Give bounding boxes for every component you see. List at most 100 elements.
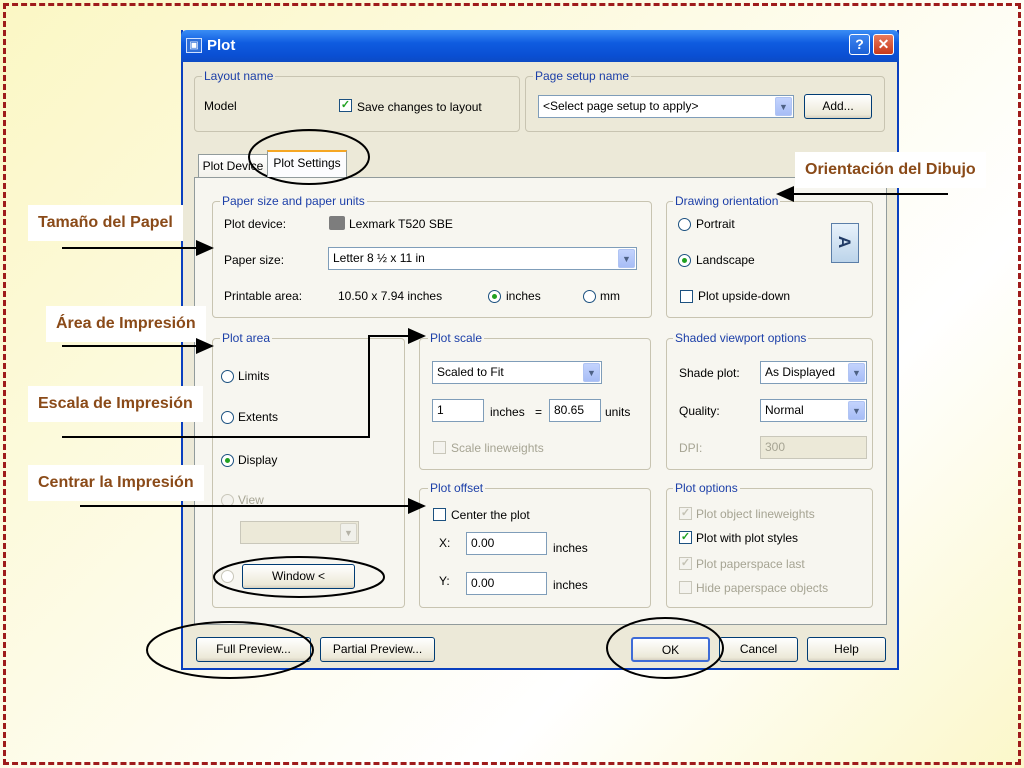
page-setup-title: Page setup name [533,69,632,83]
plot-object-lineweights-label: Plot object lineweights [696,507,815,521]
shade-plot-select[interactable]: As Displayed ▼ [760,361,867,384]
scale-units-input[interactable]: 80.65 [549,399,601,422]
view-label: View [238,493,264,507]
plot-upside-down-label: Plot upside-down [698,289,791,303]
plot-with-plot-styles-checkbox[interactable]: ✓ [679,531,692,544]
title-bar[interactable]: ▣ Plot ? ✕ [181,30,899,62]
layout-name-value: Model [204,99,237,113]
unit-mm-label: mm [600,289,620,303]
plot-with-plot-styles-label: Plot with plot styles [696,531,799,545]
add-page-setup-button[interactable]: Add... [804,94,872,119]
chevron-down-icon[interactable]: ▼ [775,97,792,116]
limits-label: Limits [238,369,270,383]
plot-options-title: Plot options [673,481,740,495]
portrait-radio[interactable] [678,218,691,231]
plot-scale-title: Plot scale [428,331,485,345]
plot-paperspace-last-checkbox[interactable]: ✓ [679,557,692,570]
orientation-letter: A [835,235,855,249]
shaded-viewport-title: Shaded viewport options [673,331,809,345]
extents-radio[interactable] [221,411,234,424]
save-changes-label: Save changes to layout [357,100,482,114]
annotation-orientation: Orientación del Dibujo [795,152,986,188]
paper-size-select[interactable]: Letter 8 ½ x 11 in ▼ [328,247,637,270]
hide-paperspace-objects-label: Hide paperspace objects [696,581,829,595]
partial-preview-button[interactable]: Partial Preview... [320,637,435,662]
landscape-radio[interactable] [678,254,691,267]
save-changes-checkbox[interactable]: ✓ [339,99,352,112]
plot-scale-value: Scaled to Fit [437,365,504,379]
display-label: Display [238,453,278,467]
help-button[interactable]: Help [807,637,886,662]
page-setup-select[interactable]: <Select page setup to apply> ▼ [538,95,794,118]
scale-inches-input[interactable]: 1 [432,399,484,422]
full-preview-button[interactable]: Full Preview... [196,637,311,662]
window-pick-button[interactable]: Window < [242,564,355,589]
unit-mm-radio[interactable] [583,290,596,303]
offset-y-input[interactable]: 0.00 [466,572,547,595]
landscape-preview-icon: A [831,223,859,263]
printable-area-label: Printable area: [224,289,303,303]
quality-label: Quality: [679,404,720,418]
display-radio[interactable] [221,454,234,467]
chevron-down-icon[interactable]: ▼ [848,401,865,420]
portrait-label: Portrait [696,217,735,231]
plot-device-value: Lexmark T520 SBE [349,217,453,231]
plot-object-lineweights-checkbox[interactable]: ✓ [679,507,692,520]
page-setup-value: <Select page setup to apply> [543,99,699,113]
ok-button[interactable]: OK [631,637,710,662]
limits-radio[interactable] [221,370,234,383]
window-radio[interactable] [221,570,234,583]
quality-value: Normal [765,403,804,417]
cancel-button[interactable]: Cancel [719,637,798,662]
scale-equals-sign: = [535,405,543,419]
offset-x-input[interactable]: 0.00 [466,532,547,555]
printer-icon [329,216,345,230]
dialog-title: Plot [207,37,236,54]
center-plot-checkbox[interactable]: ✓ [433,508,446,521]
offset-y-label: Y: [439,574,450,588]
autocad-app-icon: ▣ [186,38,202,53]
layout-name-title: Layout name [202,69,276,83]
shade-plot-value: As Displayed [765,365,836,379]
tab-plot-device[interactable]: Plot Device [198,154,268,178]
view-select[interactable]: ▼ [240,521,359,544]
plot-scale-select[interactable]: Scaled to Fit ▼ [432,361,602,384]
annotation-paper-size: Tamaño del Papel [28,205,183,241]
scale-inches-label: inches [490,405,525,419]
scale-units-label: units [605,405,631,419]
quality-select[interactable]: Normal ▼ [760,399,867,422]
tab-plot-settings[interactable]: Plot Settings [267,150,347,177]
paper-size-value: Letter 8 ½ x 11 in [333,251,425,265]
annotation-print-scale: Escala de Impresión [28,386,203,422]
scale-lineweights-checkbox[interactable]: ✓ [433,441,446,454]
plot-upside-down-checkbox[interactable]: ✓ [680,290,693,303]
view-radio[interactable] [221,494,234,507]
plot-device-label: Plot device: [224,217,287,231]
dpi-input[interactable]: 300 [760,436,867,459]
annotation-print-area: Área de Impresión [46,306,206,342]
center-plot-label: Center the plot [451,508,530,522]
landscape-label: Landscape [696,253,755,267]
close-x-icon[interactable]: ✕ [873,34,894,55]
shade-plot-label: Shade plot: [679,366,740,380]
printable-area-value: 10.50 x 7.94 inches [338,289,443,303]
chevron-down-icon[interactable]: ▼ [340,523,357,542]
chevron-down-icon[interactable]: ▼ [583,363,600,382]
question-mark-icon[interactable]: ? [849,34,870,55]
plot-area-title: Plot area [220,331,273,345]
paper-size-label: Paper size: [224,253,285,267]
offset-x-label: X: [439,536,451,550]
plot-paperspace-last-label: Plot paperspace last [696,557,805,571]
extents-label: Extents [238,410,279,424]
drawing-orientation-title: Drawing orientation [673,194,781,208]
offset-y-unit: inches [553,578,588,592]
chevron-down-icon[interactable]: ▼ [848,363,865,382]
offset-x-unit: inches [553,541,588,555]
dpi-label: DPI: [679,441,703,455]
scale-lineweights-label: Scale lineweights [451,441,544,455]
paper-size-title: Paper size and paper units [220,194,367,208]
hide-paperspace-objects-checkbox[interactable]: ✓ [679,581,692,594]
chevron-down-icon[interactable]: ▼ [618,249,635,268]
plot-offset-title: Plot offset [428,481,486,495]
unit-inches-radio[interactable] [488,290,501,303]
